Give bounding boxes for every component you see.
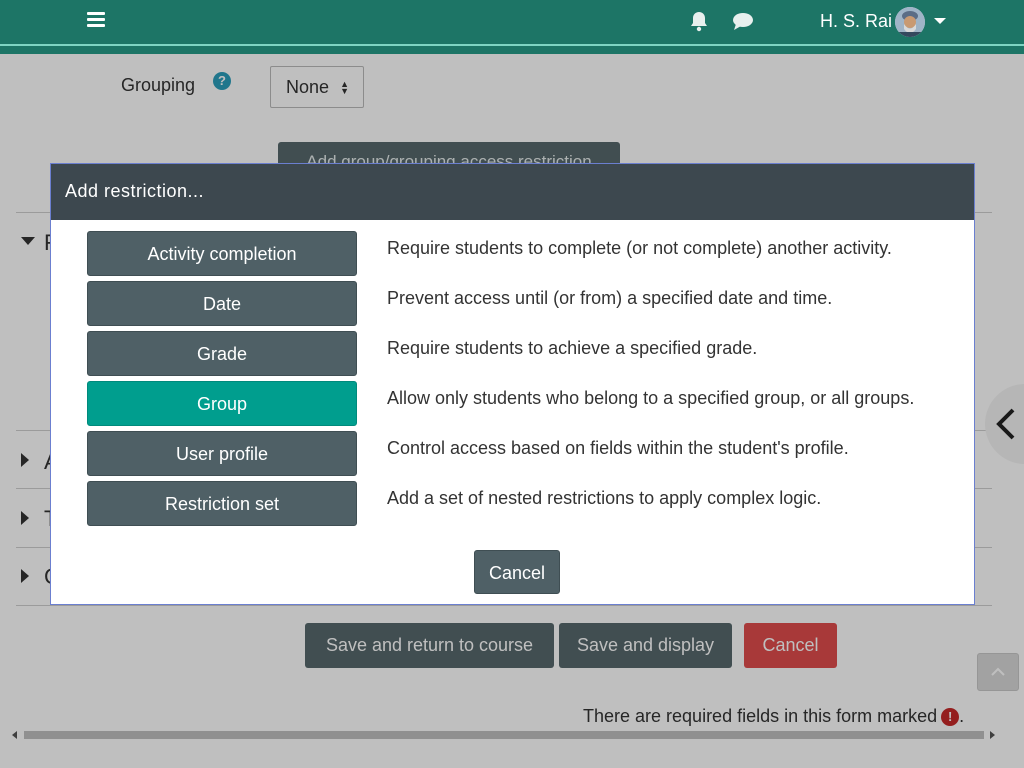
date-description: Prevent access until (or from) a specifi… <box>387 288 833 308</box>
navbar-strip <box>0 46 1024 54</box>
restriction-set-button[interactable]: Restriction set <box>87 481 357 526</box>
chat-icon[interactable] <box>731 11 755 33</box>
grade-description: Require students to achieve a specified … <box>387 338 758 358</box>
activity-completion-description: Require students to complete (or not com… <box>387 238 892 258</box>
date-button[interactable]: Date <box>87 281 357 326</box>
menu-icon[interactable] <box>87 12 105 28</box>
user-name[interactable]: H. S. Rai <box>820 11 892 32</box>
grade-button[interactable]: Grade <box>87 331 357 376</box>
user-profile-description: Control access based on fields within th… <box>387 438 849 458</box>
dialog-header: Add restriction... <box>51 164 974 220</box>
dialog-cancel-button[interactable]: Cancel <box>474 550 560 594</box>
activity-completion-button[interactable]: Activity completion <box>87 231 357 276</box>
group-description: Allow only students who belong to a spec… <box>387 388 915 408</box>
user-profile-button[interactable]: User profile <box>87 431 357 476</box>
dialog-title: Add restriction... <box>65 181 205 201</box>
chevron-down-icon[interactable] <box>934 18 946 24</box>
restriction-set-description: Add a set of nested restrictions to appl… <box>387 488 822 508</box>
avatar[interactable] <box>895 7 925 37</box>
top-navbar: H. S. Rai <box>0 0 1024 44</box>
bell-icon[interactable] <box>688 10 710 32</box>
add-restriction-dialog: Add restriction... Activity completion R… <box>50 163 975 605</box>
group-button[interactable]: Group <box>87 381 357 426</box>
